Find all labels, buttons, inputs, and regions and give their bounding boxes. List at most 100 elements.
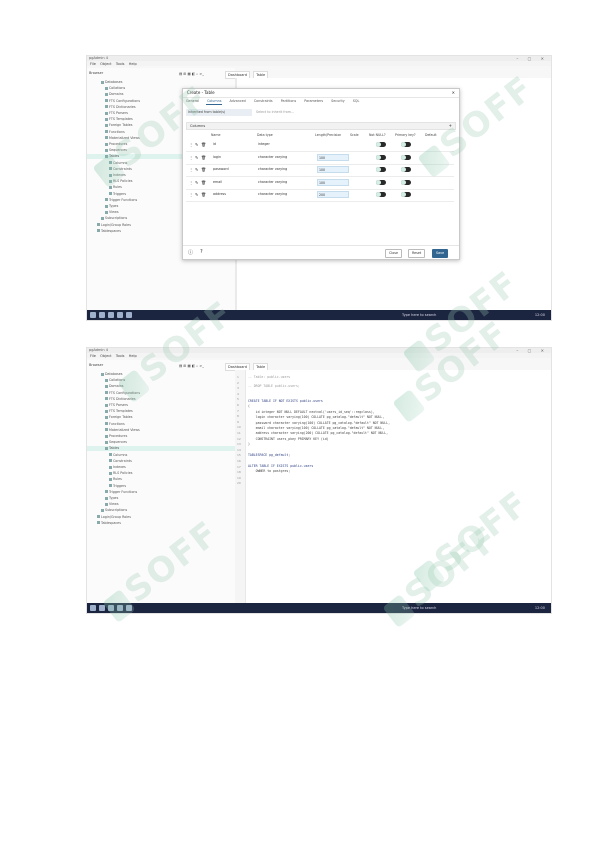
drag-handle-icon[interactable]: ⋮ [189,192,193,197]
tree-item[interactable]: Views [105,210,119,215]
column-name[interactable]: address [213,192,226,196]
tab-parameters[interactable]: Parameters [303,98,324,104]
tree-item[interactable]: FTS Dictionaries [105,105,136,110]
browser-icon[interactable] [126,312,132,318]
tree-item[interactable]: Login/Group Roles [97,223,131,228]
tab-security[interactable]: Security [330,98,346,104]
close-icon[interactable]: ✕ [452,89,455,97]
task-view-icon[interactable] [108,312,114,318]
edit-icon[interactable]: ✎ [195,142,198,147]
tree-item[interactable]: Types [105,496,118,501]
menu-help[interactable]: Help [129,62,137,66]
tree-item[interactable]: Indexes [109,465,126,470]
tree-item[interactable]: Triggers [109,484,126,489]
tree-item[interactable]: Views [105,502,119,507]
not-null-toggle[interactable] [376,154,386,160]
column-name[interactable]: id [213,142,216,146]
delete-icon[interactable]: 🗑 [201,155,206,160]
tree-item[interactable]: FTS Parsers [105,111,128,116]
menu-tools[interactable]: Tools [116,62,125,66]
tree-item[interactable]: Triggers [109,192,126,197]
reset-button[interactable]: Reset [408,249,426,258]
column-name[interactable]: email [213,180,222,184]
drag-handle-icon[interactable]: ⋮ [189,167,193,172]
tree-item[interactable]: Trigger Functions [105,198,137,203]
explorer-icon[interactable] [117,312,123,318]
drag-handle-icon[interactable]: ⋮ [189,155,193,160]
tree-item[interactable]: FTS Configurations [105,99,140,104]
not-null-toggle[interactable] [376,167,386,172]
menu-file[interactable]: File [90,354,96,358]
column-row[interactable]: ⋮ ✎ 🗑 password character varying 100 [186,164,454,177]
primary-key-toggle[interactable] [401,192,411,197]
tree-item[interactable]: Login/Group Roles [97,515,131,520]
column-row[interactable]: ⋮ ✎ 🗑 address character varying 200 [186,189,454,202]
tab-partitions[interactable]: Partitions [280,98,297,104]
primary-key-toggle[interactable] [401,154,411,160]
tree-item[interactable]: FTS Templates [105,117,133,122]
delete-icon[interactable]: 🗑 [201,180,206,185]
column-name[interactable]: password [213,167,229,171]
not-null-toggle[interactable] [376,179,386,185]
tree-item[interactable]: Subscriptions [101,508,127,513]
inherited-select[interactable]: Select to inherit from... [256,109,294,116]
tree-item[interactable]: Columns [109,453,127,458]
edit-icon[interactable]: ✎ [195,167,198,172]
column-row[interactable]: ⋮ ✎ 🗑 email character varying 100 [186,177,454,190]
tree-item[interactable]: RLS Policies [109,471,132,476]
tree-item[interactable]: Types [105,204,118,209]
tree-item[interactable]: Functions [105,422,125,427]
column-type[interactable]: character varying [258,192,287,196]
tab-constraints[interactable]: Constraints [253,98,274,104]
tree-item[interactable]: Tablespaces [97,521,121,526]
tree-item[interactable]: Procedures [105,434,127,439]
menu-object[interactable]: Object [100,62,111,66]
not-null-toggle[interactable] [376,142,386,147]
column-name[interactable]: login [213,155,221,159]
tree-item[interactable]: Rules [109,477,122,482]
tree-item[interactable]: Databases [101,80,122,85]
edit-icon[interactable]: ✎ [195,180,198,185]
column-type[interactable]: integer [258,142,270,146]
delete-icon[interactable]: 🗑 [201,192,206,197]
start-icon[interactable] [90,605,96,611]
start-icon[interactable] [90,312,96,318]
column-type[interactable]: character varying [258,167,287,171]
tree-item[interactable]: Sequences [105,440,127,445]
primary-key-toggle[interactable] [401,179,411,185]
drag-handle-icon[interactable]: ⋮ [189,142,193,147]
delete-icon[interactable]: 🗑 [201,167,206,172]
column-type[interactable]: character varying [258,155,287,159]
tab-advanced[interactable]: Advanced [228,98,246,104]
tree-item[interactable]: Subscriptions [101,216,127,221]
column-type[interactable]: character varying [258,180,287,184]
tree-item[interactable]: Constraints [109,459,132,464]
primary-key-toggle[interactable] [401,167,411,172]
close-button[interactable]: Close [385,249,402,258]
column-length-input[interactable]: 200 [317,191,349,198]
search-icon[interactable] [99,312,105,318]
tree-item[interactable]: FTS Parsers [105,403,128,408]
column-length-input[interactable]: 100 [317,153,349,161]
not-null-toggle[interactable] [376,192,386,197]
tree-item[interactable]: Foreign Tables [105,415,133,420]
edit-icon[interactable]: ✎ [195,155,198,160]
tree-item[interactable]: Trigger Functions [105,490,137,495]
tree-item[interactable]: FTS Templates [105,409,133,414]
edit-icon[interactable]: ✎ [195,192,198,197]
tree-item[interactable]: Tables [87,446,253,452]
menu-object[interactable]: Object [100,354,111,358]
menu-tools[interactable]: Tools [116,354,125,358]
info-icon[interactable]: ⓘ [188,249,193,256]
tree-item[interactable]: Materialized Views [105,428,140,433]
column-length-input[interactable]: 100 [317,178,349,186]
help-icon[interactable]: ? [200,249,203,255]
primary-key-toggle[interactable] [401,142,411,147]
tab-sql[interactable]: SQL [352,98,361,104]
menu-file[interactable]: File [90,62,96,66]
tree-item[interactable]: Tablespaces [97,229,121,234]
delete-icon[interactable]: 🗑 [201,142,206,147]
drag-handle-icon[interactable]: ⋮ [189,180,193,185]
column-length-input[interactable]: 100 [317,166,349,173]
sql-editor[interactable] [235,370,551,603]
